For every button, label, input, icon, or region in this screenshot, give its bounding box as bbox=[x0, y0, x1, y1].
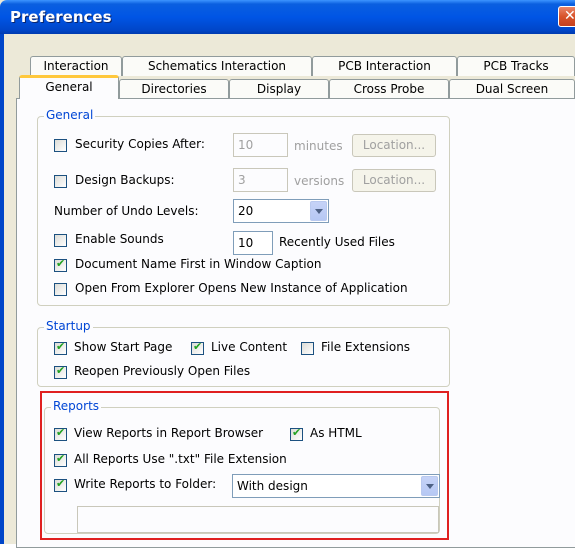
write-to-folder-checkbox[interactable] bbox=[54, 477, 67, 492]
as-html-checkbox[interactable] bbox=[290, 426, 303, 441]
general-group-title: General bbox=[44, 108, 96, 122]
design-backups-versions-field[interactable]: 3 bbox=[233, 168, 288, 192]
enable-sounds-label: Enable Sounds bbox=[75, 232, 164, 246]
show-start-page-checkbox[interactable] bbox=[54, 340, 67, 355]
txt-extension-checkbox[interactable] bbox=[54, 452, 67, 467]
show-start-page-label: Show Start Page bbox=[74, 340, 173, 354]
tab-dual-screen[interactable]: Dual Screen bbox=[449, 79, 575, 99]
tab-directories[interactable]: Directories bbox=[119, 79, 229, 99]
close-icon: ✕ bbox=[564, 8, 575, 24]
live-content-checkbox[interactable] bbox=[191, 340, 204, 355]
enable-sounds-checkbox[interactable] bbox=[54, 234, 67, 247]
design-backups-checkbox[interactable] bbox=[54, 175, 67, 188]
txt-extension-label: All Reports Use ".txt" File Extension bbox=[74, 452, 287, 466]
chevron-down-icon[interactable] bbox=[421, 476, 438, 496]
undo-levels-label: Number of Undo Levels: bbox=[54, 204, 199, 218]
document-name-first-checkbox[interactable] bbox=[54, 257, 67, 272]
view-in-browser-checkbox[interactable] bbox=[54, 426, 67, 441]
explorer-new-instance-checkbox[interactable] bbox=[54, 283, 67, 296]
window-border bbox=[0, 34, 4, 544]
security-copies-label: Security Copies After: bbox=[75, 137, 205, 151]
explorer-new-instance-label: Open From Explorer Opens New Instance of… bbox=[75, 281, 408, 295]
tab-cross-probe[interactable]: Cross Probe bbox=[329, 79, 449, 99]
startup-group-title: Startup bbox=[44, 319, 93, 333]
recent-files-label: Recently Used Files bbox=[279, 235, 395, 249]
file-extensions-label: File Extensions bbox=[321, 340, 411, 354]
security-copies-minutes-field[interactable]: 10 bbox=[233, 133, 288, 157]
reopen-files-label: Reopen Previously Open Files bbox=[74, 364, 251, 378]
tab-interaction[interactable]: Interaction bbox=[30, 56, 122, 76]
recent-files-count-field[interactable]: 10 bbox=[233, 231, 273, 255]
tab-pcb-tracks[interactable]: PCB Tracks bbox=[457, 56, 575, 76]
report-folder-select-value: With design bbox=[237, 479, 308, 493]
startup-group bbox=[37, 327, 450, 387]
document-name-first-label: Document Name First in Window Caption bbox=[75, 257, 322, 271]
reopen-files-checkbox[interactable] bbox=[54, 364, 67, 379]
chevron-down-icon[interactable] bbox=[310, 201, 327, 221]
report-folder-select[interactable]: With design bbox=[232, 474, 440, 498]
tab-display[interactable]: Display bbox=[229, 79, 329, 99]
view-in-browser-label: View Reports in Report Browser bbox=[74, 426, 264, 440]
preferences-dialog: Preferences ✕ Interaction Schematics Int… bbox=[0, 0, 575, 548]
report-folder-path-field[interactable] bbox=[77, 506, 439, 533]
minutes-label: minutes bbox=[294, 139, 343, 153]
versions-label: versions bbox=[294, 174, 345, 188]
undo-levels-value: 20 bbox=[238, 204, 254, 218]
tab-general[interactable]: General bbox=[19, 75, 119, 99]
design-backups-label: Design Backups: bbox=[75, 173, 175, 187]
design-backups-location-button[interactable]: Location... bbox=[352, 169, 436, 192]
window-title: Preferences bbox=[10, 8, 112, 26]
write-to-folder-label: Write Reports to Folder: bbox=[74, 477, 217, 491]
tab-pcb-interaction[interactable]: PCB Interaction bbox=[312, 56, 457, 76]
security-copies-location-button[interactable]: Location... bbox=[352, 134, 436, 157]
close-button[interactable]: ✕ bbox=[558, 6, 575, 27]
as-html-label: As HTML bbox=[310, 426, 362, 440]
tab-schematics-interaction[interactable]: Schematics Interaction bbox=[122, 56, 312, 76]
security-copies-checkbox[interactable] bbox=[54, 139, 67, 152]
reports-group-title: Reports bbox=[51, 399, 102, 413]
undo-levels-select[interactable]: 20 bbox=[233, 199, 329, 223]
file-extensions-checkbox[interactable] bbox=[301, 342, 314, 355]
live-content-label: Live Content bbox=[211, 340, 288, 354]
title-bar[interactable]: Preferences ✕ bbox=[0, 0, 575, 34]
